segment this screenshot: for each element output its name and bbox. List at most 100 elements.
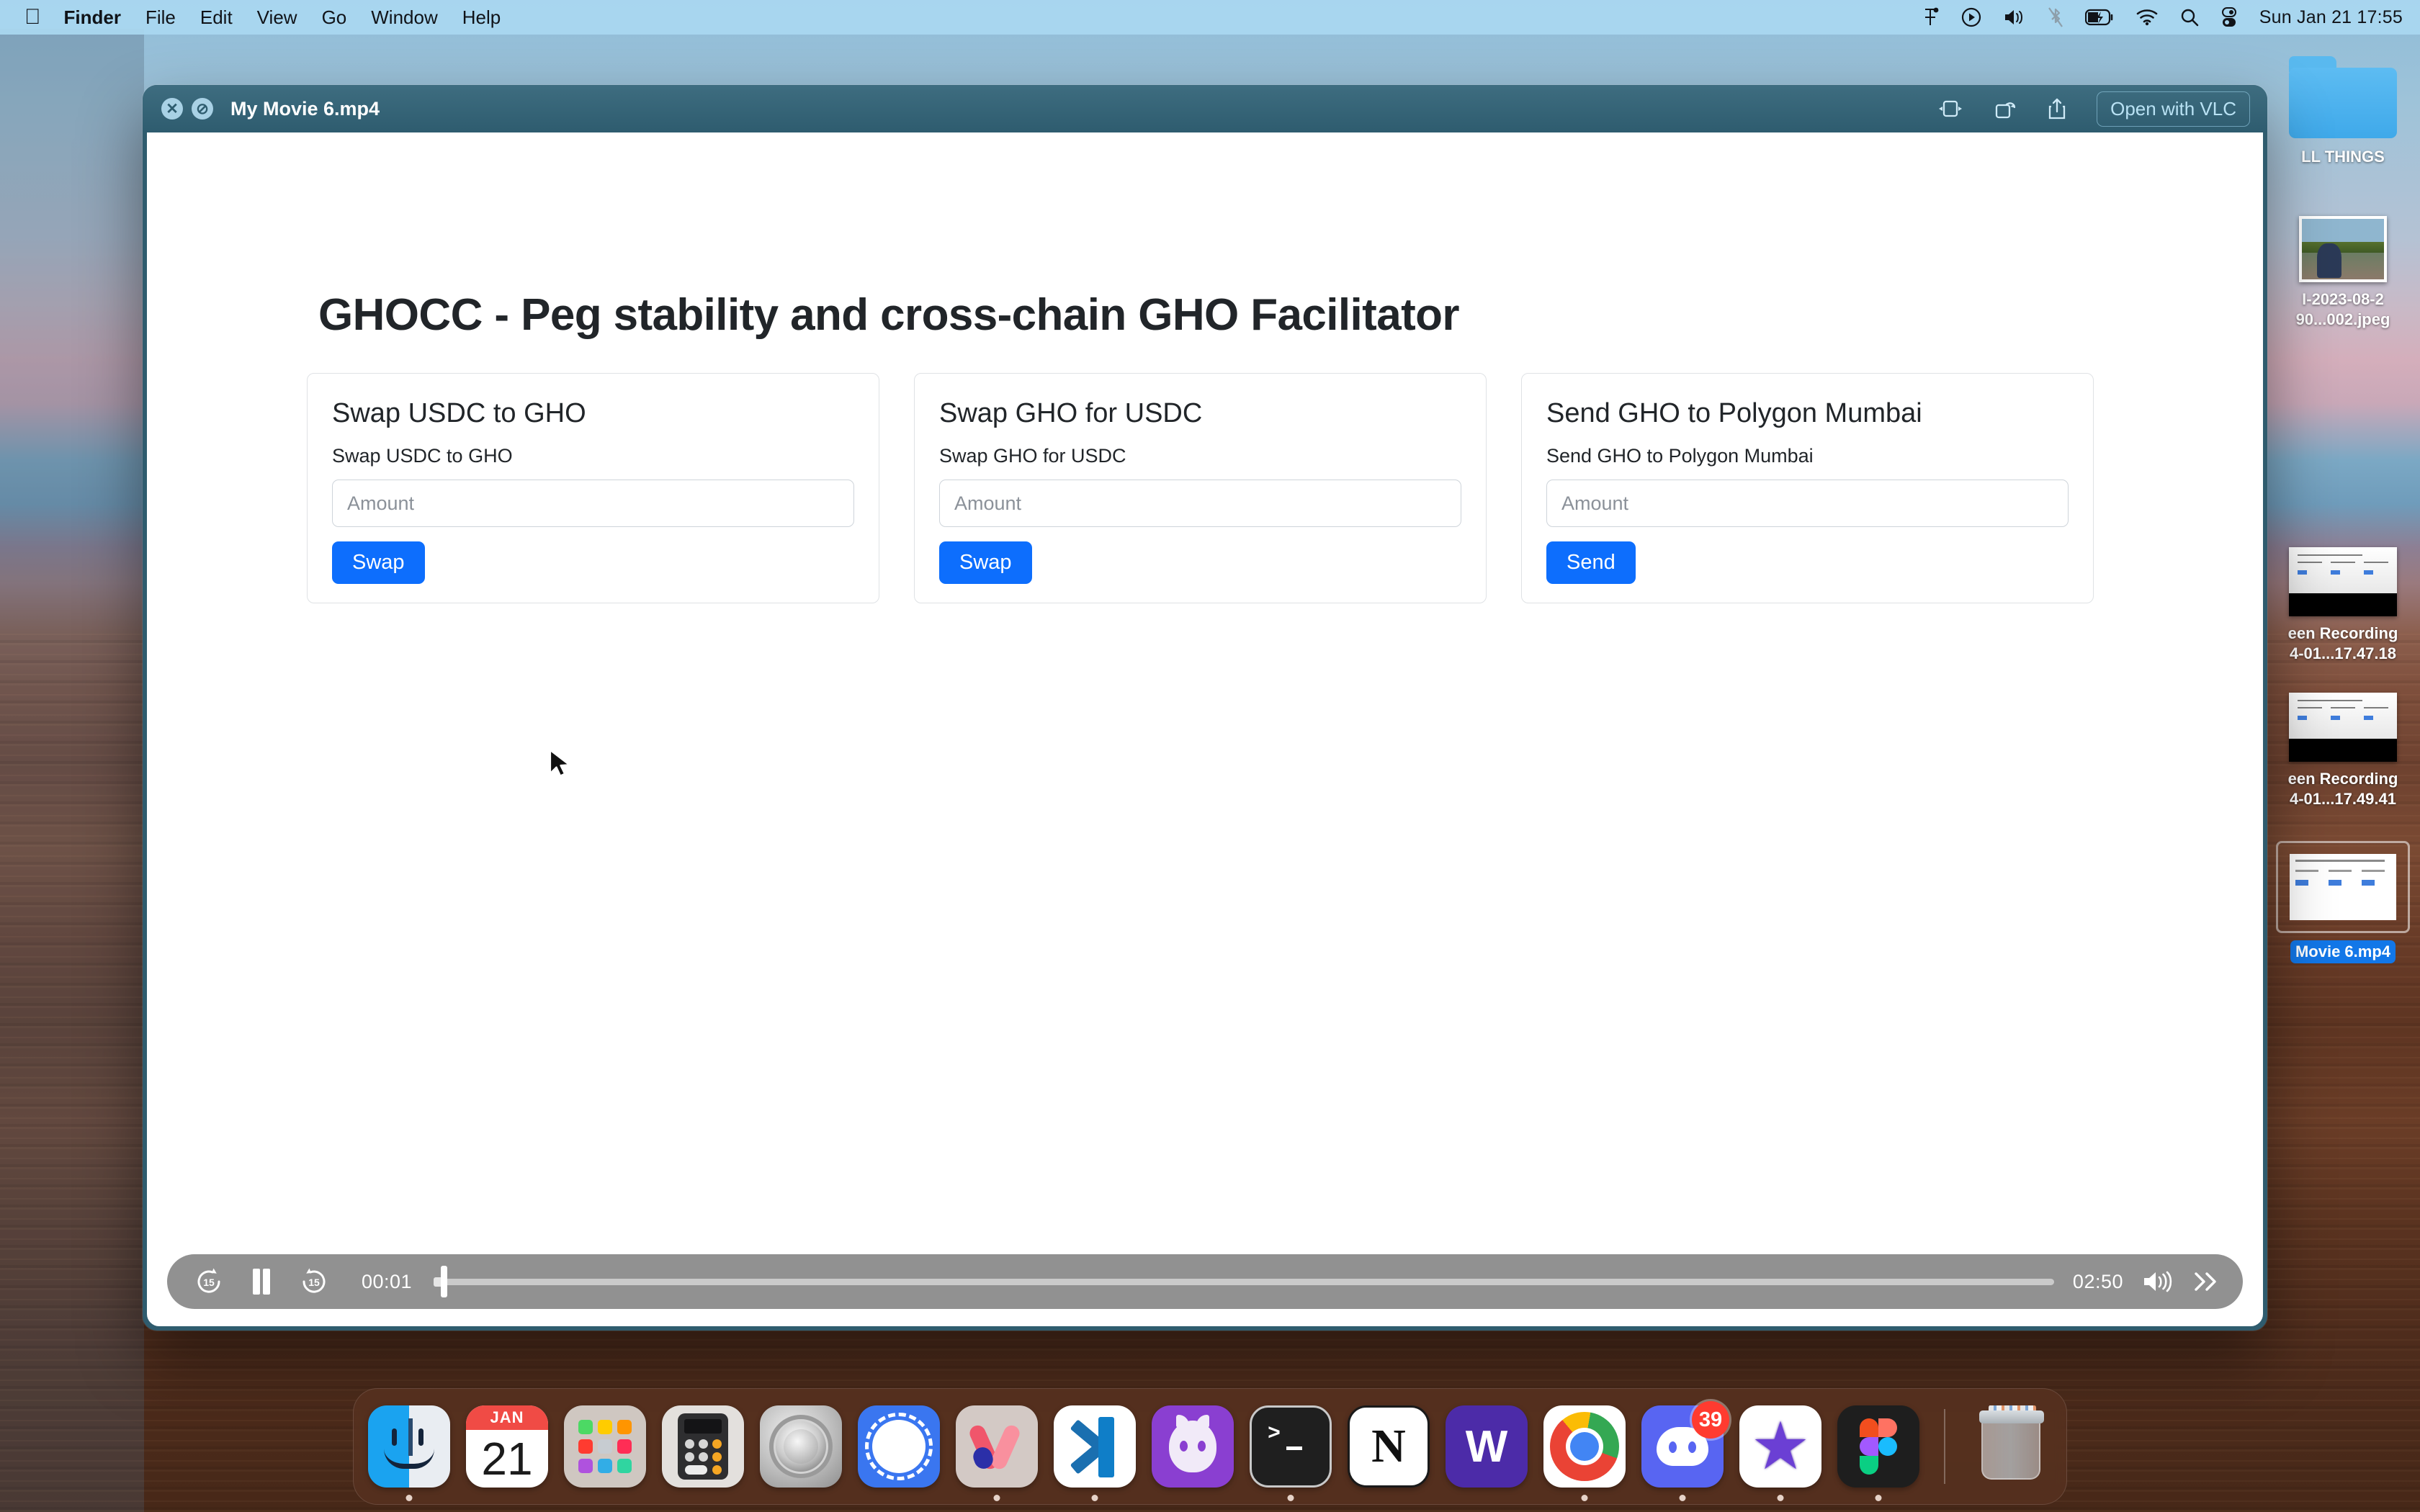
dock-item-trash[interactable] [1968,1404,2053,1489]
desktop-icon-label-2: 4-01...17.47.18 [2289,644,2396,663]
card-send-gho-to-polygon-mumbai: Send GHO to Polygon Mumbai Send GHO to P… [1521,373,2094,603]
dock-item-warp[interactable]: W [1444,1404,1529,1489]
progress-track[interactable] [444,1278,2054,1285]
pause-button[interactable] [249,1266,274,1297]
dock-item-launchpad[interactable] [563,1404,647,1489]
amount-input[interactable] [1546,480,2069,527]
desktop-icon-screen-recording-1[interactable]: een Recording 4-01...17.47.18 [2267,547,2419,664]
running-indicator [1777,1495,1784,1501]
bluetooth-off-icon[interactable] [2048,6,2063,28]
dock-item-calendar[interactable]: JAN 21 [465,1404,550,1489]
menu-bar-clock[interactable]: Sun Jan 21 17:55 [2259,7,2403,28]
menu-bar-status-area: Sun Jan 21 17:55 [1921,6,2403,28]
swap-button[interactable]: Swap [332,541,425,584]
desktop-icon-folder[interactable]: LL THINGS [2267,56,2419,167]
duration-label: 02:50 [2072,1270,2123,1292]
forward-15-icon[interactable]: 15 [298,1266,330,1297]
dock-item-signal[interactable] [856,1404,941,1489]
dock-item-chrome[interactable] [1542,1404,1627,1501]
card-subtitle: Swap USDC to GHO [332,445,513,467]
dock-item-arc[interactable] [954,1404,1039,1501]
menu-item-go[interactable]: Go [322,6,347,29]
dock-item-imovie[interactable]: ★ [1738,1404,1823,1501]
swap-button[interactable]: Swap [939,541,1032,584]
dock-item-notion[interactable]: N [1346,1404,1431,1489]
card-subtitle: Send GHO to Polygon Mumbai [1546,445,1814,467]
open-with-vlc-button[interactable]: Open with VLC [2097,91,2250,127]
current-time-label: 00:01 [362,1270,413,1292]
screen-recording-thumbnail-icon [2289,547,2397,616]
desktop-icon-movie-file[interactable]: Movie 6.mp4 [2267,841,2419,964]
calendar-month-label: JAN [466,1405,548,1430]
menu-item-help[interactable]: Help [462,6,501,29]
volume-high-icon[interactable] [2142,1269,2174,1294]
figma-menu-icon[interactable] [1921,7,1940,27]
desktop-icon-label: een Recording [2287,770,2398,788]
desktop-icon-label: een Recording [2287,624,2398,642]
dock-item-github-desktop[interactable] [1150,1404,1235,1489]
progress-playhead[interactable] [441,1266,448,1297]
apple-menu-icon[interactable]:  [24,6,41,28]
cards-row: Swap USDC to GHO Swap USDC to GHO Swap S… [307,373,2094,603]
control-center-icon[interactable] [2220,7,2238,27]
dock-icon-letter: W [1465,1421,1508,1472]
quicklook-titlebar[interactable]: ✕ ⊘ My Movie 6.mp4 Open with VLC [143,85,2267,132]
progress-scrubber[interactable] [434,1254,2054,1309]
menu-item-window[interactable]: Window [371,6,437,29]
card-title: Send GHO to Polygon Mumbai [1546,398,1922,428]
dock-item-system-settings[interactable] [758,1404,843,1489]
movie-thumbnail-icon [2276,841,2410,933]
folder-icon [2289,56,2397,138]
svg-text:15: 15 [308,1277,320,1288]
dock-item-terminal[interactable]: > [1248,1404,1333,1501]
menu-item-edit[interactable]: Edit [200,6,233,29]
dock-item-vscode[interactable] [1052,1404,1137,1501]
fast-forward-icon[interactable] [2192,1271,2221,1292]
calendar-day-label: 21 [481,1433,533,1485]
page-title: GHOCC - Peg stability and cross-chain GH… [318,290,1460,340]
menu-item-view[interactable]: View [257,6,297,29]
dock-item-finder[interactable] [367,1404,452,1501]
close-icon[interactable]: ✕ [161,98,183,120]
desktop-icon-label: I-2023-08-2 [2302,290,2384,308]
desktop-icon-label-2: 4-01...17.49.41 [2289,790,2396,809]
wifi-icon[interactable] [2136,9,2159,26]
card-subtitle: Swap GHO for USDC [939,445,1126,467]
dock-item-discord[interactable]: 39 [1640,1401,1729,1501]
dock-separator [1944,1409,1945,1484]
running-indicator [993,1495,1000,1501]
photo-thumbnail-icon [2299,216,2387,282]
menu-item-file[interactable]: File [145,6,176,29]
send-button[interactable]: Send [1546,541,1636,584]
battery-charging-icon[interactable] [2084,9,2114,26]
running-indicator [1875,1495,1882,1501]
volume-icon[interactable] [2003,7,2026,27]
trim-icon[interactable] [1937,99,1964,118]
desktop-icon-photo[interactable]: I-2023-08-2 90...002.jpeg [2267,216,2419,330]
running-indicator [1581,1495,1588,1501]
svg-text:15: 15 [203,1277,215,1288]
amount-input[interactable] [939,480,1461,527]
share-icon[interactable] [2048,97,2066,120]
running-indicator [1679,1495,1686,1501]
spotlight-search-icon[interactable] [2180,8,2199,27]
dock-item-calculator[interactable] [660,1404,745,1489]
discord-badge: 39 [1692,1401,1729,1439]
amount-input[interactable] [332,480,854,527]
screen-recording-icon[interactable] [1961,7,1981,27]
rewind-15-icon[interactable]: 15 [193,1266,225,1297]
running-indicator [1287,1495,1294,1501]
menu-item-finder[interactable]: Finder [64,6,121,29]
screen-recording-thumbnail-icon [2289,693,2397,762]
desktop-icon-screen-recording-2[interactable]: een Recording 4-01...17.49.41 [2267,693,2419,809]
card-swap-gho-for-usdc: Swap GHO for USDC Swap GHO for USDC Swap [914,373,1487,603]
desktop-icon-label: Movie 6.mp4 [2290,940,2396,964]
quicklook-window: ✕ ⊘ My Movie 6.mp4 Open with VLC GHOCC -… [143,85,2267,1331]
dock: JAN 21 > N W 39 ★ [353,1388,2067,1505]
rotate-icon[interactable] [1994,98,2017,120]
dock-item-figma[interactable] [1836,1404,1921,1501]
running-indicator [405,1495,413,1501]
card-swap-usdc-to-gho: Swap USDC to GHO Swap USDC to GHO Swap [307,373,879,603]
quicklook-toolbar: Open with VLC [1937,91,2250,127]
no-entry-icon[interactable]: ⊘ [192,98,213,120]
